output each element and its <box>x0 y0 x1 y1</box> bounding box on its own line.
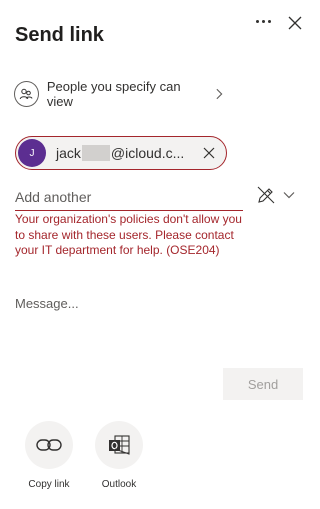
add-another-input[interactable] <box>15 183 243 211</box>
outlook-button[interactable]: Outlook <box>89 421 149 490</box>
close-icon[interactable] <box>284 12 306 34</box>
more-options-button[interactable] <box>252 10 274 32</box>
recipient-name-suffix: @icloud.c... <box>110 145 185 161</box>
error-message: Your organization's policies don't allow… <box>15 212 242 257</box>
edit-permission-icon[interactable] <box>256 185 276 205</box>
recipient-name-prefix: jack <box>56 145 81 161</box>
copy-link-button[interactable]: Copy link <box>19 421 79 490</box>
people-icon <box>14 81 39 107</box>
permission-settings-button[interactable]: People you specify can view <box>14 79 224 109</box>
avatar: J <box>18 139 46 167</box>
permission-label: People you specify can view <box>46 79 181 109</box>
outlook-label: Outlook <box>101 479 137 490</box>
chevron-right-icon <box>216 88 223 100</box>
outlook-icon <box>109 435 130 455</box>
chevron-down-icon[interactable] <box>282 188 296 202</box>
remove-recipient-icon[interactable] <box>202 146 216 160</box>
dialog-title: Send link <box>15 24 104 46</box>
send-button[interactable]: Send <box>223 368 303 400</box>
redacted-block <box>81 145 110 161</box>
message-field[interactable] <box>15 296 301 356</box>
copy-link-label: Copy link <box>28 479 70 490</box>
more-options-icon <box>255 19 259 23</box>
recipient-chip[interactable]: J jack @icloud.c... <box>15 136 227 170</box>
link-icon <box>36 439 62 451</box>
